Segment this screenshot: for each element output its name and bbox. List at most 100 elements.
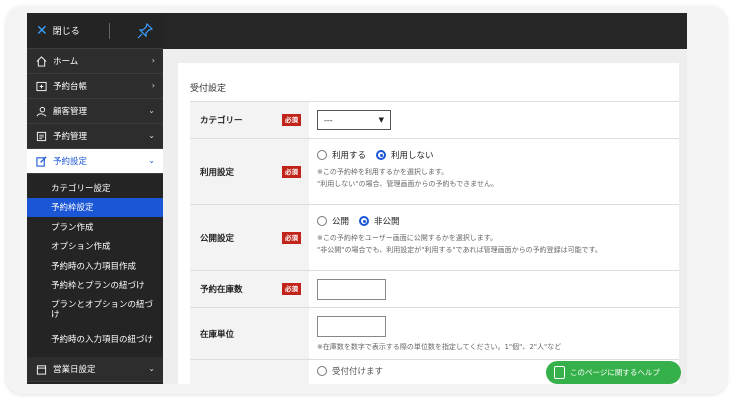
- sidebar-item-ledger[interactable]: 予約台帳 ›: [27, 74, 163, 99]
- sidebar-item-label: 営業日設定: [53, 365, 96, 375]
- radio-label: 受付付けます: [332, 367, 384, 377]
- sidebar: ✕ 閉じる ホーム › 予約台帳 › 顧客管理 ⌄ 予約管理 ⌄ 予約設定 ⌄ …: [27, 13, 163, 384]
- caret-down-icon: ▼: [378, 116, 384, 124]
- radio-button-selected[interactable]: [359, 216, 370, 226]
- settings-form: カテゴリー 必須 --- ▼ 利用設定 必須 利用する 利用しない ※この予約枠…: [190, 101, 679, 384]
- category-select[interactable]: --- ▼: [317, 110, 391, 130]
- sidebar-item-label: 予約設定: [53, 157, 88, 167]
- submenu-item-plan-create[interactable]: プラン作成: [27, 217, 163, 237]
- help-note-line: "利用しない"の場合、管理画面からの予約もできません。: [317, 180, 498, 188]
- required-badge: 必須: [282, 283, 301, 295]
- radio-option-public[interactable]: 公開: [317, 215, 349, 227]
- radio-button-selected[interactable]: [376, 150, 387, 160]
- customer-icon: [36, 106, 47, 116]
- radio-label: 公開: [332, 217, 350, 227]
- app-screen: ✕ 閉じる ホーム › 予約台帳 › 顧客管理 ⌄ 予約管理 ⌄ 予約設定 ⌄ …: [27, 13, 687, 384]
- field-label: 利用設定 必須: [190, 139, 309, 204]
- chevron-right-icon: ›: [151, 56, 155, 65]
- chevron-right-icon: ›: [151, 81, 155, 90]
- radio-button[interactable]: [317, 366, 327, 376]
- required-badge: 必須: [282, 165, 301, 178]
- radio-label: 利用する: [332, 151, 367, 161]
- calendar-icon: [36, 364, 47, 375]
- form-row-stock-unit: 在庫単位 ※在庫数を数字で表示する際の単位数を指定してください。1"個"、2"人…: [190, 308, 679, 360]
- divider: [109, 23, 110, 39]
- required-badge: 必須: [282, 114, 301, 126]
- radio-group-publish: 公開 非公開: [317, 214, 671, 228]
- submenu-item-input-field-link[interactable]: 予約時の入力項目の紐づけ: [27, 325, 163, 355]
- ledger-icon: [36, 81, 47, 91]
- sidebar-item-reservations[interactable]: 予約管理 ⌄: [27, 124, 163, 149]
- field-label: 在庫単位: [190, 308, 309, 359]
- submenu-item-option-create[interactable]: オプション作成: [27, 237, 163, 257]
- sidebar-item-home[interactable]: ホーム ›: [27, 49, 163, 74]
- field-value: 公開 非公開 ※この予約枠をユーザー画面に公開するかを選択します。 "非公開"の…: [309, 205, 679, 270]
- section-title: 受付設定: [190, 84, 227, 94]
- radio-label: 非公開: [374, 217, 400, 227]
- field-label-text: 公開設定: [200, 233, 235, 244]
- field-label-text: 利用設定: [200, 167, 235, 178]
- field-value: ※在庫数を数字で表示する際の単位数を指定してください。1"個"、2"人"など: [309, 308, 679, 359]
- submenu-item-slot-settings[interactable]: 予約枠設定: [27, 197, 163, 217]
- radio-group-usage: 利用する 利用しない: [317, 148, 671, 162]
- settings-card: 受付設定 カテゴリー 必須 --- ▼ 利用設定 必須 利用する 利用しない ※…: [178, 63, 679, 384]
- field-value: [309, 271, 679, 307]
- reservation-icon: [36, 131, 47, 141]
- page-help-button[interactable]: このページに関するヘルプ: [546, 361, 681, 384]
- field-label-text: 予約在庫数: [200, 285, 243, 295]
- submenu-item-plan-option-link[interactable]: プランとオプションの紐づけ: [27, 295, 163, 325]
- form-row-stock: 予約在庫数 必須: [190, 271, 679, 308]
- field-label-text: カテゴリー: [200, 116, 243, 126]
- sidebar-header: ✕ 閉じる: [27, 13, 163, 49]
- form-row-category: カテゴリー 必須 --- ▼: [190, 102, 679, 139]
- radio-option-private[interactable]: 非公開: [359, 215, 400, 227]
- sidebar-item-label: 顧客管理: [53, 107, 88, 117]
- submenu-item-slot-plan-link[interactable]: 予約枠とプランの紐づけ: [27, 276, 163, 296]
- sidebar-item-customers[interactable]: 顧客管理 ⌄: [27, 99, 163, 124]
- help-button-label: このページに関するヘルプ: [570, 368, 660, 377]
- field-label-text: 在庫単位: [200, 329, 235, 340]
- stock-unit-input[interactable]: [317, 316, 386, 337]
- submenu-item-category-settings[interactable]: カテゴリー設定: [27, 178, 163, 198]
- chevron-down-icon: ⌄: [148, 364, 155, 373]
- sidebar-item-label: 予約台帳: [53, 82, 88, 92]
- field-value: 利用する 利用しない ※この予約枠を利用するかを選択します。 "利用しない"の場…: [309, 139, 679, 204]
- stock-input[interactable]: [317, 279, 386, 300]
- sidebar-item-label: 予約管理: [53, 132, 88, 142]
- radio-option-accept[interactable]: 受付付けます: [317, 365, 383, 377]
- form-row-publish: 公開設定 必須 公開 非公開 ※この予約枠をユーザー画面に公開するかを選択します…: [190, 205, 679, 271]
- pin-icon[interactable]: [137, 23, 153, 39]
- help-note: ※在庫数を数字で表示する際の単位数を指定してください。1"個"、2"人"など: [317, 343, 562, 351]
- chevron-down-icon: ⌄: [148, 131, 155, 140]
- close-icon[interactable]: ✕: [36, 24, 48, 38]
- help-note: ※この予約枠を利用するかを選択します。 "利用しない"の場合、管理画面からの予約…: [317, 166, 671, 190]
- form-row-usage: 利用設定 必須 利用する 利用しない ※この予約枠を利用するかを選択します。 "…: [190, 139, 679, 205]
- select-value: ---: [324, 115, 333, 125]
- required-badge: 必須: [282, 231, 301, 244]
- help-note-line: ※この予約枠をユーザー画面に公開するかを選択します。: [317, 234, 498, 242]
- radio-option-not-use[interactable]: 利用しない: [376, 149, 434, 161]
- radio-button[interactable]: [317, 216, 327, 226]
- sidebar-item-business-days[interactable]: 営業日設定 ⌄: [27, 357, 163, 382]
- header-bar: [163, 13, 687, 49]
- submenu-item-input-field-create[interactable]: 予約時の入力項目作成: [27, 256, 163, 276]
- help-note-line: "非公開"の場合でも、利用設定が"利用する"であれば管理画面からの予約登録は可能…: [317, 246, 602, 254]
- radio-button[interactable]: [317, 150, 327, 160]
- help-note-line: ※この予約枠を利用するかを選択します。: [317, 168, 449, 176]
- field-label: [190, 360, 309, 384]
- edit-icon: [36, 155, 47, 167]
- field-label: 予約在庫数 必須: [190, 271, 309, 307]
- field-label: カテゴリー 必須: [190, 102, 309, 138]
- field-value: --- ▼: [309, 102, 679, 138]
- sidebar-item-reservation-settings[interactable]: 予約設定 ⌄: [27, 149, 163, 174]
- home-icon: [36, 55, 47, 67]
- radio-label: 利用しない: [391, 151, 434, 161]
- window-frame: ✕ 閉じる ホーム › 予約台帳 › 顧客管理 ⌄ 予約管理 ⌄ 予約設定 ⌄ …: [6, 6, 727, 394]
- radio-option-use[interactable]: 利用する: [317, 149, 366, 161]
- field-label: 公開設定 必須: [190, 205, 309, 270]
- help-note: ※この予約枠をユーザー画面に公開するかを選択します。 "非公開"の場合でも、利用…: [317, 232, 671, 256]
- document-icon: [554, 366, 565, 379]
- chevron-down-icon: ⌄: [148, 106, 155, 115]
- sidebar-item-label: ホーム: [53, 57, 79, 67]
- close-sidebar-button[interactable]: 閉じる: [53, 24, 80, 37]
